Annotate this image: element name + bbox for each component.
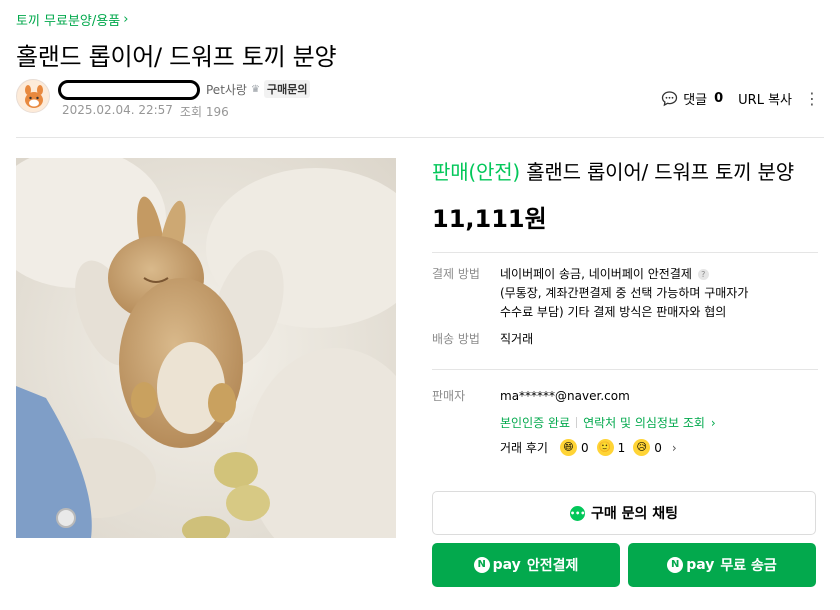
author-badge[interactable]: 구매문의 <box>263 80 311 98</box>
comment-icon <box>662 91 678 107</box>
free-send-label: 무료 송금 <box>720 558 777 574</box>
chevron-right-icon[interactable]: › <box>672 441 677 455</box>
safe-pay-label: 안전결제 <box>526 558 579 574</box>
divider <box>16 137 824 138</box>
author-bar: Pet사랑 ♛ 구매문의 2025.02.04. 22:57 조회 196 댓글… <box>16 78 824 122</box>
product-price: 11,111원 <box>432 205 547 233</box>
author-nickname[interactable]: Pet사랑 <box>206 81 247 98</box>
page-title: 홀랜드 롭이어/ 드워프 토끼 분양 <box>16 43 337 71</box>
verify-status: 본인인증 완료 <box>500 416 571 430</box>
neutral-emoji-icon: 🙂 <box>596 439 614 456</box>
seller-verify: 본인인증 완료 연락처 및 의심정보 조회 › <box>500 414 818 431</box>
author-info[interactable]: Pet사랑 ♛ 구매문의 <box>206 80 311 98</box>
seller-label: 판매자 <box>432 389 466 403</box>
product-details: 결제 방법 네이버페이 송금, 네이버페이 안전결제 ? (무통장, 계좌간편결… <box>432 252 818 349</box>
redacted-name <box>58 80 200 100</box>
free-send-button[interactable]: Npay 무료 송금 <box>628 543 816 587</box>
breadcrumb[interactable]: 토끼 무료분양/용품 › <box>16 10 128 29</box>
payment-value-3: 수수료 부담) 기타 결제 방식은 판매자와 협의 <box>500 305 727 319</box>
trade-reviews[interactable]: 거래 후기 😄 0 🙂 1 😥 0 › <box>500 439 818 456</box>
review-count-good: 0 <box>580 440 589 455</box>
review-label: 거래 후기 <box>500 441 548 455</box>
crown-icon: ♛ <box>250 83 260 95</box>
payment-value: 네이버페이 송금, 네이버페이 안전결제 ? (무통장, 계좌간편결제 중 선택… <box>500 265 818 322</box>
payment-value-1: 네이버페이 송금, 네이버페이 안전결제 <box>500 267 692 281</box>
views-label: 조회 <box>179 105 203 119</box>
comment-button[interactable]: 댓글 0 <box>661 89 723 108</box>
post-date: 2025.02.04. 22:57 <box>62 103 173 117</box>
safe-pay-button[interactable]: Npay 안전결제 <box>432 543 620 587</box>
seller-section: 판매자 ma******@naver.com 본인인증 완료 연락처 및 의심정… <box>432 369 818 456</box>
more-vertical-icon[interactable]: ⋮ <box>804 90 820 107</box>
chat-icon: ••• <box>569 505 585 521</box>
npay-brand: pay <box>492 557 521 573</box>
post-actions: 댓글 0 URL 복사 ⋮ <box>661 89 820 108</box>
sale-status: 판매(안전) <box>432 160 521 184</box>
purchase-chat-button[interactable]: ••• 구매 문의 채팅 <box>432 491 816 535</box>
views-count: 196 <box>205 105 229 119</box>
sad-emoji-icon: 😥 <box>633 439 651 456</box>
rabbit-image <box>16 158 396 538</box>
chat-button-label: 구매 문의 채팅 <box>590 506 679 522</box>
review-count-neutral: 1 <box>617 440 626 455</box>
post-meta: 2025.02.04. 22:57 조회 196 <box>62 103 229 120</box>
review-count-bad: 0 <box>654 440 662 455</box>
product-photo[interactable] <box>16 158 396 538</box>
shipping-row: 배송 방법 직거래 <box>432 330 818 349</box>
avatar-image <box>17 80 49 112</box>
payment-row: 결제 방법 네이버페이 송금, 네이버페이 안전결제 ? (무통장, 계좌간편결… <box>432 265 818 322</box>
payment-label: 결제 방법 <box>432 267 480 281</box>
npay-icon: Npay <box>473 557 521 573</box>
npay-brand: pay <box>686 557 715 573</box>
seller-row: 판매자 ma******@naver.com <box>432 387 818 406</box>
shipping-label: 배송 방법 <box>432 332 480 346</box>
product-title-text: 홀랜드 롭이어/ 드워프 토끼 분양 <box>526 160 794 184</box>
comment-count: 0 <box>714 91 724 106</box>
contact-check-link[interactable]: 연락처 및 의심정보 조회 <box>583 414 705 431</box>
payment-value-2: (무통장, 계좌간편결제 중 선택 가능하며 구매자가 <box>500 286 749 300</box>
chevron-right-icon[interactable]: › <box>711 416 716 430</box>
product-title: 판매(안전) 홀랜드 롭이어/ 드워프 토끼 분양 <box>432 158 818 187</box>
product-info: 판매(안전) 홀랜드 롭이어/ 드워프 토끼 분양 11,111원 결제 방법 … <box>432 158 818 456</box>
breadcrumb-category[interactable]: 토끼 무료분양/용품 <box>16 10 120 29</box>
post-views: 조회 196 <box>180 103 229 120</box>
divider <box>576 417 578 428</box>
smile-emoji-icon: 😄 <box>559 439 577 456</box>
comment-label: 댓글 <box>683 93 708 108</box>
avatar[interactable] <box>16 79 50 113</box>
question-icon[interactable]: ? <box>697 269 709 280</box>
seller-email: ma******@naver.com <box>500 389 630 403</box>
chevron-right-icon: › <box>123 12 129 27</box>
npay-icon: Npay <box>667 557 714 573</box>
url-copy-button[interactable]: URL 복사 <box>738 89 792 108</box>
shipping-value: 직거래 <box>500 332 534 346</box>
